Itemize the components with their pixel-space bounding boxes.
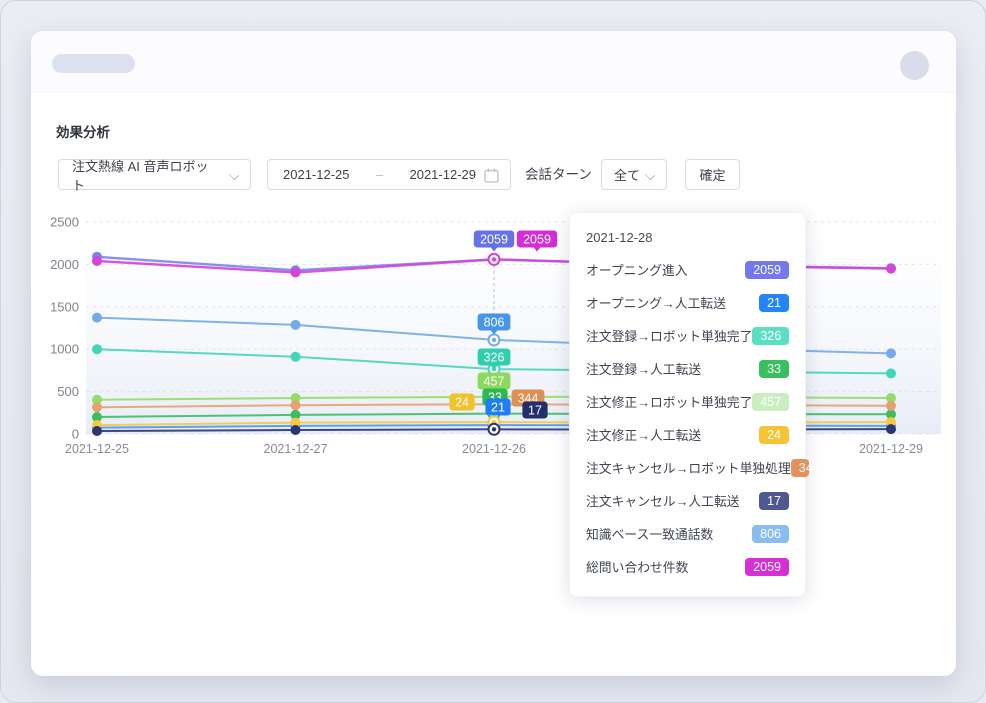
value-badge-text: 457 — [484, 375, 505, 389]
turn-select[interactable]: 全て — [601, 159, 667, 190]
data-point[interactable] — [291, 425, 301, 435]
tooltip-label: 注文キャンセル→ロボット単独処理 — [586, 458, 791, 477]
line-chart: 0 500 1000 1500 2000 2500 2021-12-25 2021-12-27… — [31, 201, 956, 491]
app-header — [31, 31, 956, 93]
x-tick-label: 2021-12-29 — [859, 442, 923, 456]
bot-select-value: 注文熱線 AI 音声ロボット — [72, 156, 220, 194]
data-point[interactable] — [92, 426, 102, 436]
tooltip-row: 総問い合わせ件数 2059 — [586, 550, 789, 583]
tooltip-row: 注文キャンセル→人工転送 17 — [586, 484, 789, 517]
data-point[interactable] — [92, 402, 102, 412]
hover-point-core — [492, 257, 496, 261]
data-point[interactable] — [886, 424, 896, 434]
tooltip-row: オープニング→人工転送 21 — [586, 286, 789, 319]
value-badge-text: 24 — [455, 396, 469, 410]
data-point[interactable] — [92, 313, 102, 323]
y-tick-label: 500 — [57, 384, 79, 399]
tooltip-row: 注文キャンセル→ロボット単独処理344 — [586, 451, 789, 484]
tooltip-value-badge: 457 — [752, 393, 789, 411]
hover-point-core — [492, 338, 496, 342]
data-point[interactable] — [886, 348, 896, 358]
content-card: 効果分析 注文熱線 AI 音声ロボット 2021-12-25 – 2021-12… — [31, 31, 956, 676]
x-tick-label: 2021-12-25 — [65, 442, 129, 456]
tooltip-label: 注文修正→ロボット単独完了 — [586, 392, 752, 411]
data-point[interactable] — [291, 268, 301, 278]
data-point[interactable] — [291, 400, 301, 410]
value-badge-text: 806 — [484, 316, 505, 330]
tooltip-label: オープニング進入 — [586, 260, 688, 279]
y-tick-label: 2000 — [50, 257, 79, 272]
date-end: 2021-12-29 — [409, 167, 476, 182]
tooltip-row: 注文登録→人工転送 33 — [586, 352, 789, 385]
tooltip-date: 2021-12-28 — [586, 228, 789, 253]
data-point[interactable] — [886, 264, 896, 274]
date-start: 2021-12-25 — [283, 167, 350, 182]
value-badge-text: 17 — [528, 404, 542, 418]
tooltip-row: 注文修正→人工転送 24 — [586, 418, 789, 451]
tooltip-row: 注文登録→ロボット単独完了326 — [586, 319, 789, 352]
chevron-down-icon — [230, 171, 238, 179]
data-point[interactable] — [291, 352, 301, 362]
tooltip-label: 総問い合わせ件数 — [586, 557, 688, 576]
value-badge-text: 2059 — [523, 233, 551, 247]
tooltip-value-badge: 344 — [791, 459, 809, 477]
tooltip-row: オープニング進入 2059 — [586, 253, 789, 286]
avatar[interactable] — [900, 51, 929, 80]
filter-toolbar: 注文熱線 AI 音声ロボット 2021-12-25 – 2021-12-29 会… — [58, 159, 938, 190]
turn-select-value: 全て — [614, 165, 640, 184]
y-tick-label: 2500 — [50, 215, 79, 230]
x-tick-label: 2021-12-27 — [264, 442, 328, 456]
date-range-input[interactable]: 2021-12-25 – 2021-12-29 — [267, 159, 511, 190]
date-separator: – — [370, 167, 389, 182]
logo-placeholder — [52, 54, 135, 73]
tooltip-value-badge: 326 — [752, 327, 789, 345]
hover-point-core — [492, 427, 496, 431]
data-point[interactable] — [886, 368, 896, 378]
data-point[interactable] — [92, 344, 102, 354]
tooltip-label: オープニング→人工転送 — [586, 293, 726, 312]
page-title: 効果分析 — [56, 121, 110, 141]
tooltip-row: 注文修正→ロボット単独完了457 — [586, 385, 789, 418]
data-point[interactable] — [92, 256, 102, 266]
y-tick-label: 1000 — [50, 342, 79, 357]
tooltip-value-badge: 21 — [759, 294, 789, 312]
value-badge-text: 326 — [484, 351, 505, 365]
confirm-button-label: 確定 — [699, 165, 725, 184]
y-tick-label: 0 — [72, 427, 79, 442]
data-point[interactable] — [886, 401, 896, 411]
tooltip-label: 知識ベース一致通話数 — [586, 524, 713, 543]
bot-select[interactable]: 注文熱線 AI 音声ロボット — [58, 159, 251, 190]
tooltip-value-badge: 33 — [759, 360, 789, 378]
x-tick-label: 2021-12-26 — [462, 442, 526, 456]
tooltip-value-badge: 24 — [759, 426, 789, 444]
chart-tooltip: 2021-12-28 オープニング進入 2059 オープニング→人工転送 21 注文登録… — [569, 212, 806, 597]
chevron-down-icon — [646, 171, 654, 179]
tooltip-label: 注文修正→人工転送 — [586, 425, 701, 444]
data-point[interactable] — [291, 320, 301, 330]
window-frame: 効果分析 注文熱線 AI 音声ロボット 2021-12-25 – 2021-12… — [0, 0, 986, 703]
tooltip-value-badge: 806 — [752, 525, 789, 543]
tooltip-value-badge: 2059 — [745, 558, 789, 576]
tooltip-row: 知識ベース一致通話数 806 — [586, 517, 789, 550]
tooltip-value-badge: 17 — [759, 492, 789, 510]
tooltip-label: 注文キャンセル→人工転送 — [586, 491, 740, 510]
calendar-icon — [484, 168, 499, 186]
y-tick-label: 1500 — [50, 299, 79, 314]
tooltip-label: 注文登録→ロボット単独完了 — [586, 326, 752, 345]
tooltip-value-badge: 2059 — [745, 261, 789, 279]
confirm-button[interactable]: 確定 — [685, 159, 740, 190]
value-badge-text: 21 — [491, 401, 505, 415]
tooltip-label: 注文登録→人工転送 — [586, 359, 701, 378]
value-badge-text: 2059 — [480, 233, 508, 247]
turn-label: 会話ターン — [525, 159, 592, 190]
